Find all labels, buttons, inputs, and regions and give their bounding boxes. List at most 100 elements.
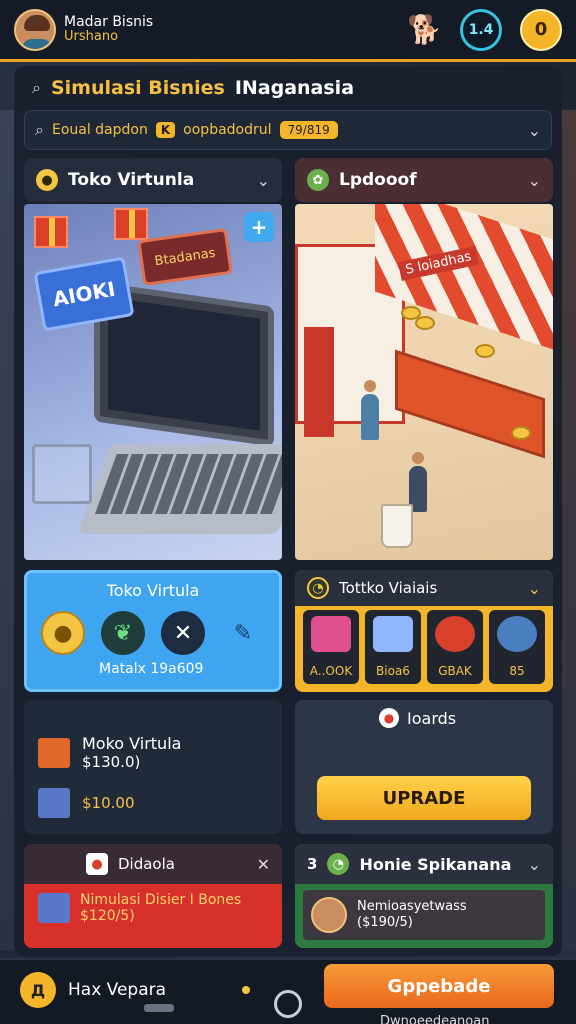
tile-caption: 85: [509, 664, 525, 678]
chevron-down-icon[interactable]: ⌄: [528, 579, 541, 598]
card-header: ● Ioards: [379, 708, 456, 728]
no-entry-icon: [435, 616, 475, 652]
coin-icon: [415, 316, 435, 330]
tottko-card[interactable]: ◔ Tottko Viaiais ⌄ A..OOK Bioa6 GBAK 85: [295, 570, 553, 692]
pet-icon[interactable]: 🐕: [407, 13, 442, 46]
product-box-icon: [38, 788, 70, 818]
keyboard-graphic: [77, 444, 282, 534]
gem-counter[interactable]: 1.4: [460, 8, 502, 51]
top-icons: 🐕 1.4 0: [407, 8, 562, 51]
list-item[interactable]: Moko Virtula $130.0): [38, 734, 181, 771]
cup-icon: [381, 504, 413, 548]
tile-caption: Bioa6: [376, 664, 410, 678]
profile-row: Nemioasyetwass ($190/5): [303, 890, 545, 940]
bottom-caption: Dwnoeedeanoan: [380, 1014, 490, 1024]
app-logo: Д: [20, 972, 56, 1008]
item-name: Moko Virtula: [82, 734, 182, 753]
tile-caption: A..OOK: [309, 664, 353, 678]
item-tiles: A..OOK Bioa6 GBAK 85: [303, 610, 545, 684]
coin-icon: [475, 344, 495, 358]
item-tile[interactable]: A..OOK: [303, 610, 359, 684]
bottom-bar: Д Hax Vepara Gppebade Dwnoeedeanoan: [0, 958, 576, 1024]
search-text: Eoual dapdon: [51, 122, 148, 138]
clock-icon: ◔: [307, 577, 329, 599]
close-icon[interactable]: ✕: [257, 855, 270, 874]
list-item[interactable]: $10.00: [38, 788, 135, 818]
profile-line-2: ($190/5): [357, 915, 413, 930]
search-icon[interactable]: ⌕: [32, 78, 41, 98]
item-price: $10.00: [82, 794, 135, 812]
chevron-down-icon[interactable]: ⌄: [528, 171, 541, 190]
chevron-down-icon[interactable]: ⌄: [257, 171, 270, 190]
add-button[interactable]: +: [244, 212, 274, 242]
leaf-icon[interactable]: ❦: [101, 611, 145, 655]
product-box-icon: [38, 737, 70, 768]
promo-row: Nimulasi Disier I Bones $120/5): [38, 892, 241, 924]
bottom-left[interactable]: Д Hax Vepara: [20, 972, 166, 1008]
card-prefix: 3: [307, 855, 318, 873]
profile-line-1: Nemioasyetwass: [357, 899, 467, 915]
shop-scene[interactable]: S loiadhas: [295, 204, 553, 560]
customer-figure: [361, 380, 379, 440]
card-title: Honie Spikanana: [359, 854, 512, 874]
card-footer: Matalx 19a609: [99, 661, 204, 677]
card-header: ◔ Tottko Viaiais ⌄: [295, 570, 553, 606]
promo-card[interactable]: ● Didaola ✕ Nimulasi Disier I Bones $120…: [24, 844, 282, 948]
key-badge: K: [155, 122, 176, 138]
money-bag-icon[interactable]: ●: [41, 611, 85, 655]
search-bar[interactable]: ⌕ Eoual dapdon K oopbadodrul 79/819 ⌄: [24, 110, 552, 150]
game-title-part1: Simulasi Bisnies: [50, 77, 225, 99]
card-title: Toko Virtunla: [68, 170, 195, 190]
card-icons: ● ❦ ✕ ✎: [41, 611, 265, 655]
book-icon: [311, 616, 351, 652]
info-icon: ●: [379, 708, 399, 728]
card-title: Ioards: [407, 708, 457, 728]
game-title-part2: INaganasia: [234, 77, 355, 99]
card-lpdooof-header[interactable]: ✿ Lpdooof ⌄: [295, 158, 553, 202]
plant-icon: ✿: [307, 169, 329, 191]
target-icon: [497, 616, 537, 652]
count-badge: 79/819: [279, 121, 338, 139]
item-tile[interactable]: 85: [489, 610, 545, 684]
item-tile[interactable]: GBAK: [427, 610, 483, 684]
virtual-store-scene[interactable]: AIOKI Btadanas +: [24, 204, 282, 560]
card-header: ✿ Lpdooof ⌄: [295, 158, 553, 202]
upgrade-card: ● Ioards UPRADE: [295, 700, 553, 834]
gold-coin-counter[interactable]: 0: [520, 8, 562, 51]
gem-value: 1.4: [468, 21, 494, 38]
gift-box-icon: [34, 216, 68, 248]
search-text-2: oopbadodrul: [183, 122, 272, 138]
upgrade-main-button[interactable]: Gppebade: [324, 964, 554, 1008]
tools-icon[interactable]: ✕: [161, 611, 205, 655]
card-title: Lpdooof: [339, 170, 417, 190]
clock-icon: ◔: [327, 853, 350, 875]
sign-red: Btadanas: [137, 227, 233, 287]
pencil-icon[interactable]: ✎: [221, 611, 265, 655]
home-button-icon[interactable]: [274, 990, 302, 1018]
bottom-left-label: Hax Vepara: [68, 980, 167, 1000]
promo-line-1: Nimulasi Disier I Bones: [80, 892, 242, 908]
card-title: Toko Virtula: [106, 581, 200, 600]
card-toko-virtunla-header[interactable]: ● Toko Virtunla ⌄: [24, 158, 282, 202]
upgrade-button[interactable]: UPRADE: [317, 776, 531, 820]
promo-line-2: $120/5): [80, 908, 135, 924]
player-avatar[interactable]: [14, 8, 56, 51]
player-info: Madar Bisnis Urshano: [64, 13, 154, 45]
card-title: Didaola: [118, 855, 175, 873]
card-header: 3 ◔ Honie Spikanana ⌄: [295, 844, 553, 884]
player-subtitle: Urshano: [64, 29, 119, 45]
box-icon: [373, 616, 413, 652]
player-name: Madar Bisnis: [64, 13, 154, 30]
package-icon: [38, 893, 70, 923]
search-icon: ⌕: [35, 120, 44, 139]
chevron-down-icon[interactable]: ⌄: [528, 121, 541, 140]
item-tile[interactable]: Bioa6: [365, 610, 421, 684]
nav-back-bar[interactable]: [144, 1004, 174, 1012]
profile-card[interactable]: 3 ◔ Honie Spikanana ⌄ Nemioasyetwass ($1…: [295, 844, 553, 948]
title-row: ⌕ Simulasi Bisnies INaganasia: [24, 70, 552, 106]
gift-box-icon: [114, 208, 148, 240]
item-price: $130.0): [82, 753, 141, 771]
toko-virtula-card[interactable]: Toko Virtula ● ❦ ✕ ✎ Matalx 19a609: [24, 570, 282, 692]
chevron-down-icon[interactable]: ⌄: [528, 855, 541, 874]
coin-icon: ●: [36, 169, 58, 191]
